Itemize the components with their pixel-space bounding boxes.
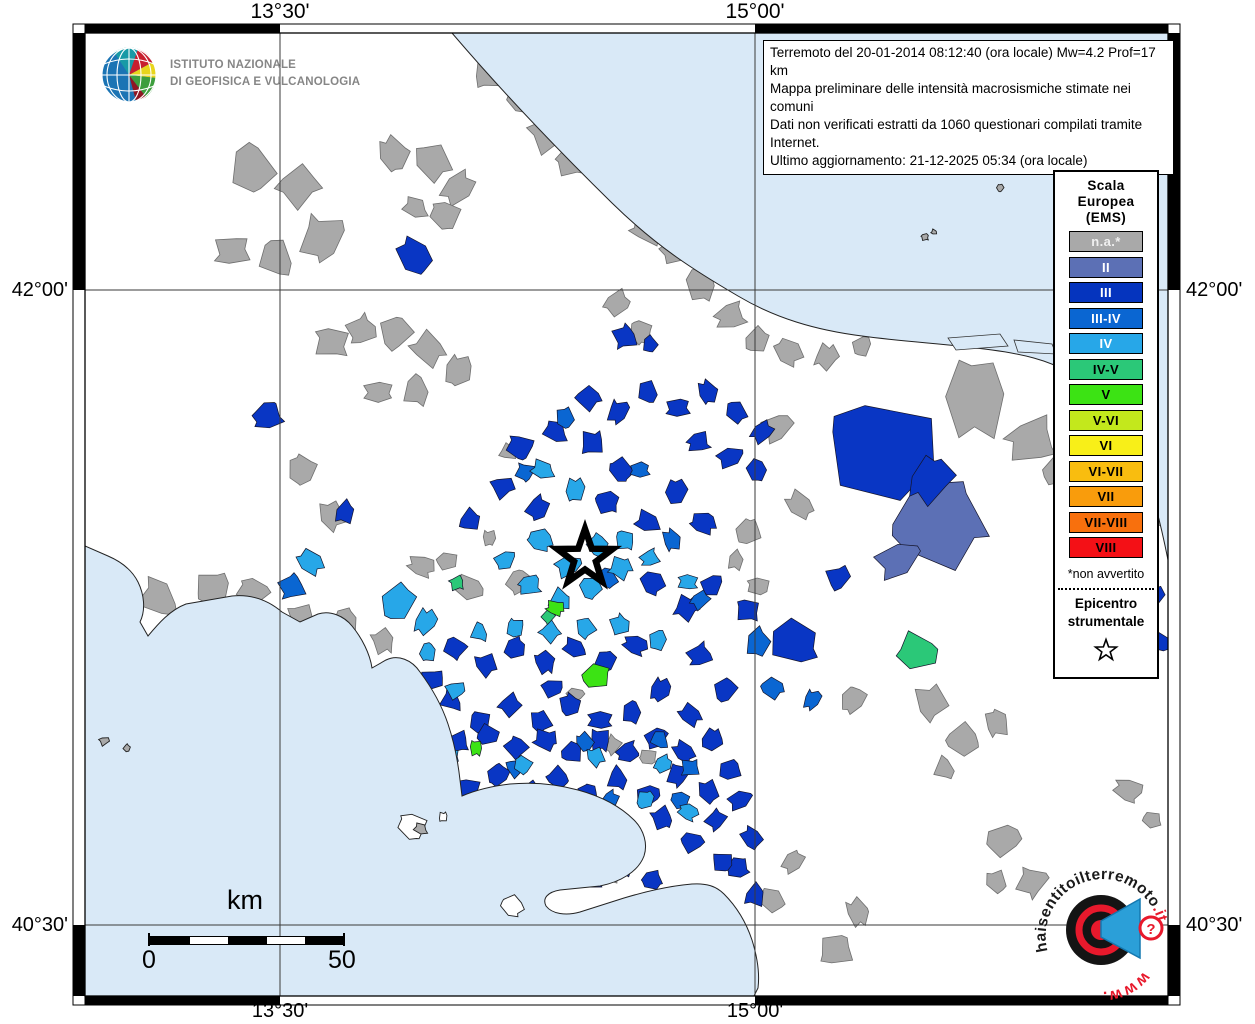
legend-title-line1: Scala (1087, 178, 1125, 193)
scalebar-unit: km (227, 885, 263, 915)
epicenter-label: Epicentro strumentale (1055, 595, 1157, 630)
lon-label-bottom-left: 13°30' (251, 1000, 309, 1022)
municipality (469, 740, 482, 757)
municipality (581, 430, 603, 454)
epicenter-label-line1: Epicentro (1074, 596, 1138, 612)
lon-label-top-right: 15°00' (725, 0, 785, 23)
scalebar (150, 936, 345, 945)
legend-items: n.a.* II III III-IV IV IV-V V V-VI VI VI-VII VII VI… (1055, 231, 1157, 559)
legend-item-IV: IV (1069, 333, 1143, 355)
scalebar-tick-end (343, 933, 345, 946)
info-line-event: Terremoto del 20-01-2014 08:12:40 (ora l… (770, 45, 1156, 78)
legend-item-VI: VI (1069, 435, 1143, 457)
legend-title: Scala Europea (EMS) (1055, 178, 1157, 227)
ingv-globe-icon (101, 47, 157, 103)
legend-item-III-IV: III-IV (1069, 307, 1143, 329)
lat-label-left-top: 42°00' (11, 279, 68, 301)
municipality (213, 238, 251, 264)
svg-text:?: ? (1146, 921, 1155, 938)
municipality (638, 749, 657, 765)
ingv-logo: ISTITUTO NAZIONALE DI GEOFISICA E VULCAN… (98, 42, 360, 106)
watermark-www-text: www. (1101, 968, 1154, 1005)
municipality (506, 617, 524, 638)
legend-title-line2: Europea (1077, 194, 1135, 210)
municipality (680, 758, 700, 776)
legend-item-VII: VII (1069, 486, 1143, 508)
municipality (713, 853, 733, 872)
municipality (314, 328, 349, 357)
ingv-name-line2: DI GEOFISICA E VULCANOLOGIA (170, 76, 361, 88)
legend-item-II: II (1069, 256, 1143, 278)
epicenter-label-line2: strumentale (1067, 613, 1145, 629)
ingv-name: ISTITUTO NAZIONALE DI GEOFISICA E VULCAN… (170, 57, 360, 90)
legend-item-VI-VII: VI-VII (1069, 460, 1143, 482)
legend-item-V: V (1069, 384, 1143, 406)
legend-item-IV-V: IV-V (1069, 358, 1143, 380)
legend-footnote: *non avvertito (1067, 567, 1145, 582)
lon-label-top-left: 13°30' (250, 0, 310, 23)
intensity-legend: Scala Europea (EMS) n.a.* II III III-IV IV IV… (1053, 170, 1159, 680)
legend-divider (1058, 588, 1154, 591)
legend-item-V-VI: V-VI (1069, 409, 1143, 431)
municipality (820, 935, 854, 964)
legend-item-VII-VIII: VII-VIII (1069, 511, 1143, 533)
municipality (587, 711, 613, 729)
page-root: { "branding": { "institute_line1": "ISTI… (0, 0, 1255, 1024)
municipality (746, 577, 770, 596)
municipality (677, 574, 699, 590)
scalebar-tick-start (148, 933, 150, 946)
legend-item-n-a-: n.a.* (1069, 231, 1143, 253)
ingv-name-line1: ISTITUTO NAZIONALE (170, 59, 297, 72)
info-line-map: Mappa preliminare delle intensità macros… (770, 80, 1131, 114)
haisentitoilterremoto-logo: haisentitoilterremoto.it www. ? (1033, 866, 1170, 1005)
info-line-data: Dati non verificati estratti da 1060 que… (770, 116, 1143, 150)
legend-item-III: III (1069, 282, 1143, 304)
scalebar-end: 50 (328, 946, 356, 974)
legend-item-VIII: VIII (1069, 537, 1143, 559)
epicenter-star-icon (1055, 634, 1157, 669)
island (439, 811, 448, 822)
info-line-updated: Ultimo aggiornamento: 21-12-2025 05:34 (… (770, 152, 1088, 168)
map-layers (85, 33, 1168, 996)
legend-title-line3: (EMS) (1085, 210, 1127, 226)
event-info-box: Terremoto del 20-01-2014 08:12:40 (ora l… (763, 40, 1174, 175)
municipality (363, 381, 393, 403)
lat-label-left-bottom: 40°30' (11, 914, 68, 936)
scalebar-start: 0 (142, 946, 156, 974)
lat-label-right-top: 42°00' (1186, 279, 1243, 301)
lon-label-bottom-right: 15°00' (726, 1000, 784, 1022)
island (920, 233, 930, 242)
municipality (665, 398, 691, 417)
